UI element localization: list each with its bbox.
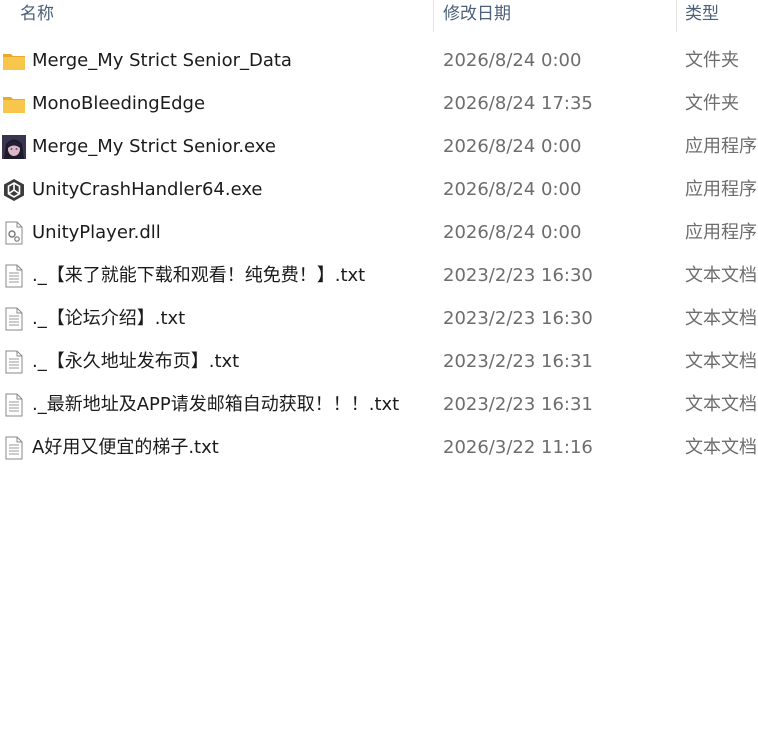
file-type: 文件夹 — [685, 93, 739, 114]
file-explorer-list: 名称 修改日期 类型 Merge_My Strict Senior_Data 2… — [0, 0, 758, 732]
file-type: 文本文档 — [685, 308, 757, 329]
folder-icon — [2, 92, 26, 116]
file-date: 2023/2/23 16:30 — [443, 308, 593, 329]
file-date: 2026/8/24 0:00 — [443, 136, 582, 157]
folder-icon — [2, 49, 26, 73]
text-file-icon — [2, 436, 26, 460]
column-header-date[interactable]: 修改日期 — [443, 0, 663, 32]
text-file-icon — [2, 264, 26, 288]
file-type: 应用程序 — [685, 136, 757, 157]
file-date: 2026/8/24 0:00 — [443, 179, 582, 200]
text-file-icon — [2, 393, 26, 417]
file-row[interactable]: MonoBleedingEdge 2026/8/24 17:35 文件夹 — [0, 82, 758, 125]
file-date: 2023/2/23 16:31 — [443, 351, 593, 372]
file-type: 文本文档 — [685, 394, 757, 415]
file-row[interactable]: A好用又便宜的梯子.txt 2026/3/22 11:16 文本文档 — [0, 426, 758, 469]
file-type: 应用程序 — [685, 179, 757, 200]
file-name: ._【来了就能下载和观看！纯免费！】.txt — [32, 265, 366, 286]
file-row[interactable]: ._【永久地址发布页】.txt 2023/2/23 16:31 文本文档 — [0, 340, 758, 383]
file-row[interactable]: ._最新地址及APP请发邮箱自动获取！！！.txt 2023/2/23 16:3… — [0, 383, 758, 426]
file-type: 文本文档 — [685, 437, 757, 458]
unity-logo-icon — [2, 178, 26, 202]
game-exe-icon — [2, 135, 26, 159]
file-row[interactable]: ._【来了就能下载和观看！纯免费！】.txt 2023/2/23 16:30 文… — [0, 254, 758, 297]
file-type: 文本文档 — [685, 265, 757, 286]
column-divider[interactable] — [433, 0, 434, 32]
file-row[interactable]: UnityCrashHandler64.exe 2026/8/24 0:00 应… — [0, 168, 758, 211]
file-name: Merge_My Strict Senior_Data — [32, 50, 292, 71]
file-date: 2026/8/24 17:35 — [443, 93, 593, 114]
file-name: ._【论坛介绍】.txt — [32, 308, 186, 329]
column-divider[interactable] — [676, 0, 677, 32]
column-header-bar: 名称 修改日期 类型 — [0, 0, 758, 32]
file-row[interactable]: Merge_My Strict Senior.exe 2026/8/24 0:0… — [0, 125, 758, 168]
dll-file-icon — [2, 221, 26, 245]
file-date: 2023/2/23 16:30 — [443, 265, 593, 286]
file-date: 2026/8/24 0:00 — [443, 50, 582, 71]
file-list: Merge_My Strict Senior_Data 2026/8/24 0:… — [0, 39, 758, 469]
file-row[interactable]: UnityPlayer.dll 2026/8/24 0:00 应用程序 — [0, 211, 758, 254]
text-file-icon — [2, 307, 26, 331]
file-type: 文件夹 — [685, 50, 739, 71]
file-name: A好用又便宜的梯子.txt — [32, 437, 219, 458]
file-type: 文本文档 — [685, 351, 757, 372]
file-row[interactable]: Merge_My Strict Senior_Data 2026/8/24 0:… — [0, 39, 758, 82]
file-name: UnityPlayer.dll — [32, 222, 161, 243]
file-date: 2023/2/23 16:31 — [443, 394, 593, 415]
file-name: Merge_My Strict Senior.exe — [32, 136, 276, 157]
file-row[interactable]: ._【论坛介绍】.txt 2023/2/23 16:30 文本文档 — [0, 297, 758, 340]
file-name: MonoBleedingEdge — [32, 93, 206, 114]
text-file-icon — [2, 350, 26, 374]
file-date: 2026/3/22 11:16 — [443, 437, 593, 458]
file-type: 应用程序 — [685, 222, 757, 243]
file-name: UnityCrashHandler64.exe — [32, 179, 263, 200]
file-name: ._最新地址及APP请发邮箱自动获取！！！.txt — [32, 394, 400, 415]
column-header-name[interactable]: 名称 — [20, 0, 420, 32]
column-header-type[interactable]: 类型 — [685, 0, 758, 32]
file-date: 2026/8/24 0:00 — [443, 222, 582, 243]
file-name: ._【永久地址发布页】.txt — [32, 351, 240, 372]
